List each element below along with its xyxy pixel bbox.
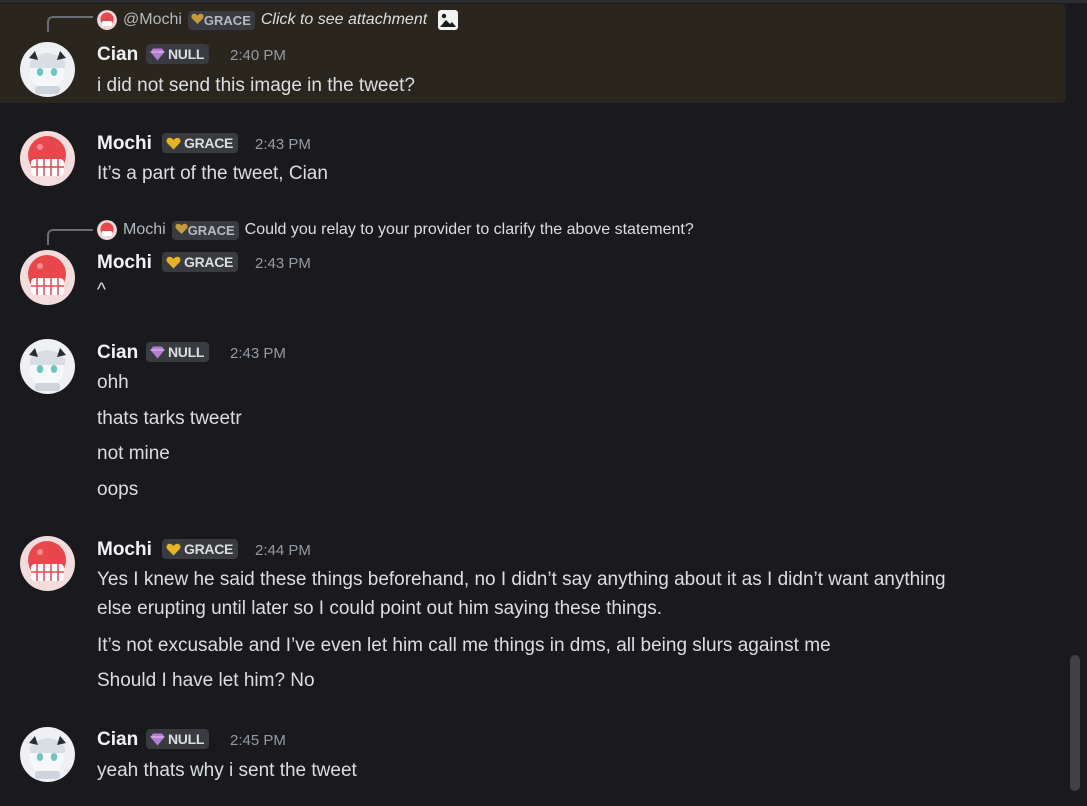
timestamp: 2:43 PM [255,255,311,272]
message-text: Yes I knew he said these things beforeha… [97,569,946,590]
null-badge: NULL [146,44,210,64]
username[interactable]: Cian [97,729,138,751]
heart-icon [175,223,188,238]
reply-preview[interactable]: Mochi GRACE Could you relay to your prov… [97,219,694,241]
cian-avatar[interactable] [20,42,75,97]
message-highlighted[interactable]: @Mochi GRACE Click to see attachment Cia… [0,4,1066,103]
reply-text[interactable]: Click to see attachment [261,11,427,29]
message-text: It’s not excusable and I’ve even let him… [97,635,831,656]
grace-badge: GRACE [171,220,239,240]
mochi-mini-avatar[interactable] [97,10,117,30]
heart-icon [166,256,181,269]
gem-icon [150,48,165,61]
reply-spine [47,16,93,32]
top-divider [0,0,1087,3]
gem-icon [150,733,165,746]
username[interactable]: Mochi [97,539,152,561]
grace-badge: GRACE [162,539,239,559]
message[interactable]: Mochi GRACE 2:43 PM It’s a part of the t… [0,120,1066,200]
message-text: Should I have let him? No [97,670,315,691]
reply-text[interactable]: Could you relay to your provider to clar… [245,221,694,239]
gem-icon [150,346,165,359]
message-text: oops [97,479,139,500]
null-badge: NULL [146,729,210,749]
message[interactable]: Mochi GRACE 2:44 PM Yes I knew he said t… [0,527,1066,707]
mochi-avatar[interactable] [20,536,75,591]
grace-badge: GRACE [187,10,255,30]
null-badge: NULL [146,342,210,362]
cian-avatar[interactable] [20,339,75,394]
scrollbar-thumb[interactable] [1070,655,1080,791]
grace-badge: GRACE [162,252,239,272]
username[interactable]: Mochi [97,133,152,155]
message[interactable]: Cian NULL 2:43 PM ohh thats tarks tweetr… [0,330,1066,510]
reply-preview[interactable]: @Mochi GRACE Click to see attachment [97,9,459,31]
mochi-avatar[interactable] [20,250,75,305]
image-icon[interactable] [437,9,459,31]
message[interactable]: Mochi GRACE Could you relay to your prov… [0,212,1066,312]
reply-author[interactable]: @Mochi [123,11,182,29]
mochi-avatar[interactable] [20,131,75,186]
message-text: ^ [97,280,106,301]
message-text: i did not send this image in the tweet? [97,75,415,96]
timestamp: 2:45 PM [230,732,286,749]
username[interactable]: Cian [97,342,138,364]
heart-icon [166,543,181,556]
heart-icon [191,13,204,28]
message-text: thats tarks tweetr [97,408,242,429]
username[interactable]: Cian [97,44,138,66]
reply-spine [47,229,93,245]
cian-avatar[interactable] [20,727,75,782]
heart-icon [166,137,181,150]
timestamp: 2:43 PM [255,136,311,153]
message-text: It’s a part of the tweet, Cian [97,163,328,184]
grace-badge: GRACE [162,133,239,153]
mochi-mini-avatar[interactable] [97,220,117,240]
message[interactable]: Cian NULL 2:45 PM yeah thats why i sent … [0,718,1066,798]
timestamp: 2:43 PM [230,345,286,362]
timestamp: 2:44 PM [255,542,311,559]
message-text: not mine [97,443,170,464]
message-text: ohh [97,372,129,393]
message-text: yeah thats why i sent the tweet [97,760,357,781]
timestamp: 2:40 PM [230,47,286,64]
reply-author[interactable]: Mochi [123,221,166,239]
username[interactable]: Mochi [97,252,152,274]
message-text: else erupting until later so I could poi… [97,598,663,619]
